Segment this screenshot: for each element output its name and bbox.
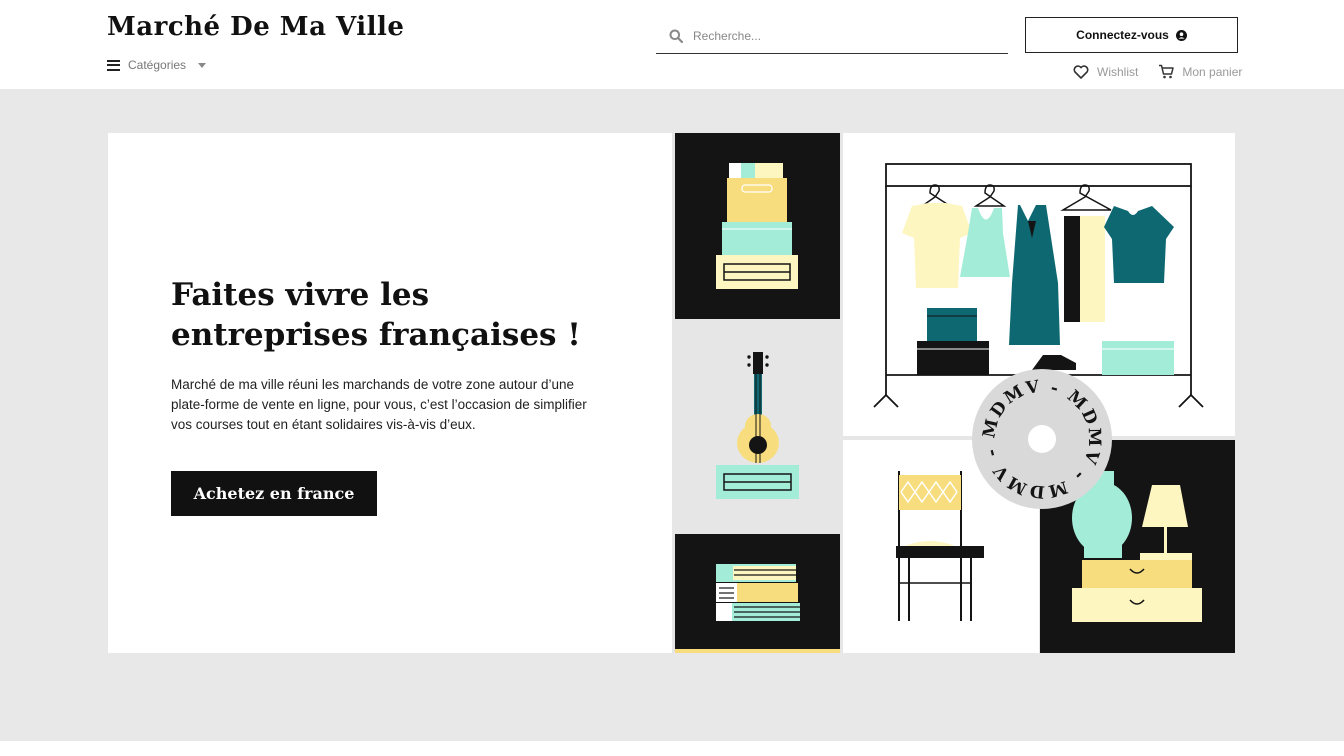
hero-title-line2: entreprises françaises ! xyxy=(171,317,581,353)
search-input[interactable] xyxy=(693,28,993,43)
search-icon[interactable] xyxy=(669,29,683,43)
caret-down-icon xyxy=(198,62,207,68)
wishlist-link[interactable]: Wishlist xyxy=(1073,64,1138,79)
hero-title: Faites vivre les entreprises françaises … xyxy=(171,275,631,355)
cart-icon xyxy=(1159,64,1175,79)
books-icon xyxy=(716,564,800,621)
main-area: Faites vivre les entreprises françaises … xyxy=(0,89,1344,756)
search-bar xyxy=(656,18,1008,54)
categories-menu[interactable]: Catégories xyxy=(107,58,207,72)
login-label: Connectez-vous xyxy=(1076,28,1169,42)
site-header: Marché De Ma Ville Catégories Connectez-… xyxy=(0,0,1344,89)
shop-in-france-button[interactable]: Achetez en france xyxy=(171,471,377,516)
hero-description: Marché de ma ville réuni les marchands d… xyxy=(171,377,587,432)
cart-label: Mon panier xyxy=(1182,64,1243,79)
user-icon xyxy=(1175,29,1187,41)
hero-illustration: MDMV - MDMV - MDMV - xyxy=(672,133,1235,653)
categories-label: Catégories xyxy=(128,58,187,72)
login-button[interactable]: Connectez-vous xyxy=(1025,17,1238,53)
stacked-boxes-icon xyxy=(716,163,798,289)
hamburger-icon xyxy=(107,59,120,71)
heart-icon xyxy=(1073,64,1089,79)
site-logo[interactable]: Marché De Ma Ville xyxy=(107,12,404,42)
mdmv-badge-icon: MDMV - MDMV - MDMV - xyxy=(972,369,1112,509)
hero-title-line1: Faites vivre les xyxy=(171,277,430,313)
hero-text: Faites vivre les entreprises françaises … xyxy=(171,275,631,435)
hero-banner: Faites vivre les entreprises françaises … xyxy=(108,133,1235,653)
wishlist-label: Wishlist xyxy=(1097,64,1139,79)
header-links: Wishlist Mon panier xyxy=(1073,64,1242,79)
bottom-strip xyxy=(0,741,1344,756)
cart-link[interactable]: Mon panier xyxy=(1158,64,1242,79)
